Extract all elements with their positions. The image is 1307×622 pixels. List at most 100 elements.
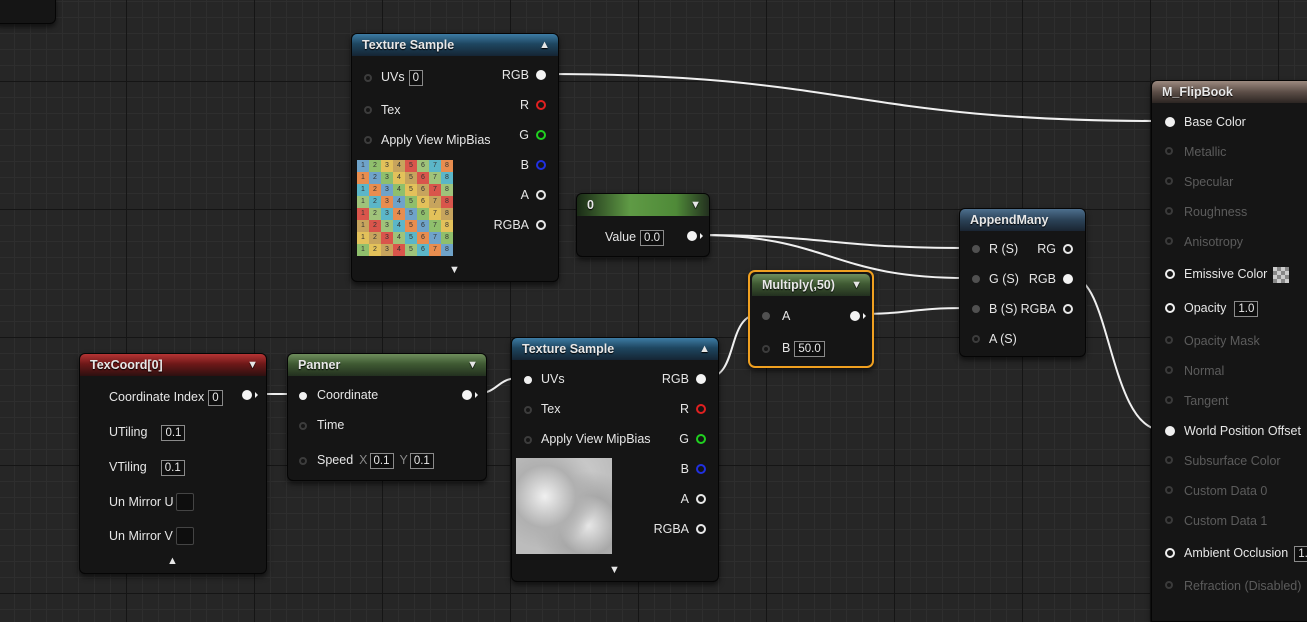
a-output-pin[interactable] [536, 190, 546, 200]
value-output-pin[interactable] [687, 231, 697, 241]
g-input-pin[interactable] [972, 275, 980, 283]
r-output-pin[interactable] [536, 100, 546, 110]
rg-output-pin[interactable] [1063, 244, 1073, 254]
uvs-input-pin[interactable] [524, 376, 532, 384]
collapse-up-arrow-icon[interactable]: ▲ [167, 555, 178, 567]
time-input-pin[interactable] [299, 422, 307, 430]
flipbook-cell: 8 [441, 160, 453, 172]
b-output-label: B [680, 462, 689, 476]
a-input-pin[interactable] [972, 335, 980, 343]
material-pin-2-icon[interactable] [1165, 147, 1173, 155]
node-header[interactable]: AppendMany [960, 209, 1085, 231]
emissive-color-swatch[interactable] [1273, 266, 1290, 283]
speed-input-pin[interactable] [299, 457, 307, 465]
material-pin-6-icon[interactable] [1165, 269, 1175, 279]
speed-y-field[interactable]: 0.1 [409, 453, 434, 469]
material-pin-1-icon[interactable] [1165, 117, 1175, 127]
opacity-value-field[interactable]: 1.0 [1234, 301, 1259, 317]
node-header[interactable]: 0 ▼ [577, 194, 709, 216]
uvs-value[interactable]: 0 [408, 70, 424, 86]
value-field[interactable]: 0.0 [640, 230, 665, 246]
expand-arrow-icon[interactable]: ▼ [449, 264, 460, 276]
rgb-output-pin[interactable] [536, 70, 546, 80]
material-pin-10-icon[interactable] [1165, 396, 1173, 404]
flipbook-cell: 7 [429, 244, 441, 256]
collapse-arrow-icon[interactable]: ▼ [851, 274, 862, 296]
flipbook-cell: 7 [429, 160, 441, 172]
node-header[interactable]: M_FlipBook [1152, 81, 1307, 103]
material-pin-7-icon[interactable] [1165, 303, 1175, 313]
vtiling-field[interactable]: 0.1 [160, 460, 185, 476]
material-pin-12-icon[interactable] [1165, 456, 1173, 464]
material-pin-13-icon[interactable] [1165, 486, 1173, 494]
flipbook-cell: 8 [441, 184, 453, 196]
g-output-pin[interactable] [536, 130, 546, 140]
texcoord-node[interactable]: TexCoord[0] ▼ Coordinate Index 0 UTiling 0… [79, 353, 267, 574]
mipbias-input-pin[interactable] [524, 436, 532, 444]
r-input-pin[interactable] [972, 245, 980, 253]
b-input-pin[interactable] [972, 305, 980, 313]
speed-y-label: Y [399, 453, 408, 467]
flipbook-cell: 2 [369, 172, 381, 184]
collapse-arrow-icon[interactable]: ▼ [247, 354, 258, 376]
uvs-input-pin[interactable] [364, 74, 372, 82]
material-pin-11-icon[interactable] [1165, 426, 1175, 436]
utiling-field[interactable]: 0.1 [161, 425, 186, 441]
material-pin-3-icon[interactable] [1165, 177, 1173, 185]
collapse-arrow-icon[interactable]: ▲ [539, 34, 550, 56]
a-input-pin[interactable] [762, 312, 770, 320]
g-output-pin[interactable] [696, 434, 706, 444]
partial-node[interactable] [0, 0, 56, 24]
b-output-pin[interactable] [696, 464, 706, 474]
material-pin-5-icon[interactable] [1165, 237, 1173, 245]
unmirror-v-checkbox[interactable] [176, 527, 194, 545]
material-output-node[interactable]: M_FlipBook Base Color Metallic Specular Rou… [1151, 80, 1307, 622]
node-header[interactable]: TexCoord[0] ▼ [80, 354, 266, 376]
collapse-arrow-icon[interactable]: ▼ [467, 354, 478, 376]
texture-sample-node-bottom[interactable]: Texture Sample ▲ UVs Tex Apply View MipB… [511, 337, 719, 582]
flipbook-cell: 3 [381, 244, 393, 256]
material-pin-9-icon[interactable] [1165, 366, 1173, 374]
collapse-arrow-icon[interactable]: ▲ [699, 338, 710, 360]
r-output-pin[interactable] [696, 404, 706, 414]
texcoord-output-pin[interactable] [242, 390, 252, 400]
appendmany-node[interactable]: AppendMany R (S) G (S) B (S) A (S) RG RG… [959, 208, 1086, 357]
a-input-label: A (S) [989, 332, 1017, 346]
material-pin-15-icon[interactable] [1165, 548, 1175, 558]
rgba-output-pin[interactable] [696, 524, 706, 534]
coordinate-label: Coordinate [317, 388, 379, 402]
node-header[interactable]: Texture Sample ▲ [512, 338, 718, 360]
rgba-output-pin[interactable] [1063, 304, 1073, 314]
texture-sample-node-top[interactable]: Texture Sample ▲ UVs 0 Tex Apply View Mip… [351, 33, 559, 282]
material-pin-4-icon[interactable] [1165, 207, 1173, 215]
rgba-output-pin[interactable] [536, 220, 546, 230]
node-header[interactable]: Multiply(,50) ▼ [752, 274, 870, 296]
b-value-field[interactable]: 50.0 [794, 341, 825, 357]
rgb-output-pin[interactable] [696, 374, 706, 384]
tex-input-pin[interactable] [364, 106, 372, 114]
multiply-output-pin[interactable] [850, 311, 860, 321]
coordinate-input-pin[interactable] [299, 392, 307, 400]
ambient-occlusion-value-field[interactable]: 1.0 [1294, 546, 1307, 562]
panner-output-pin[interactable] [462, 390, 472, 400]
b-input-pin[interactable] [762, 345, 770, 353]
coordinate-index-field[interactable]: 0 [208, 390, 223, 406]
node-header[interactable]: Texture Sample ▲ [352, 34, 558, 56]
expand-arrow-icon[interactable]: ▼ [609, 564, 620, 576]
constant-node[interactable]: 0 ▼ Value 0.0 [576, 193, 710, 257]
material-pin-14-icon[interactable] [1165, 516, 1173, 524]
rgb-output-pin[interactable] [1063, 274, 1073, 284]
material-pin-8-icon[interactable] [1165, 336, 1173, 344]
flipbook-cell: 4 [393, 196, 405, 208]
panner-node[interactable]: Panner ▼ Coordinate Time Speed X 0.1 Y 0.1 [287, 353, 487, 481]
speed-x-field[interactable]: 0.1 [369, 453, 394, 469]
a-output-pin[interactable] [696, 494, 706, 504]
tex-input-pin[interactable] [524, 406, 532, 414]
node-header[interactable]: Panner ▼ [288, 354, 486, 376]
material-pin-16-icon[interactable] [1165, 581, 1173, 589]
b-output-pin[interactable] [536, 160, 546, 170]
mipbias-input-pin[interactable] [364, 136, 372, 144]
unmirror-u-checkbox[interactable] [176, 493, 194, 511]
multiply-node[interactable]: Multiply(,50) ▼ A B 50.0 [748, 270, 874, 368]
collapse-arrow-icon[interactable]: ▼ [690, 194, 701, 216]
